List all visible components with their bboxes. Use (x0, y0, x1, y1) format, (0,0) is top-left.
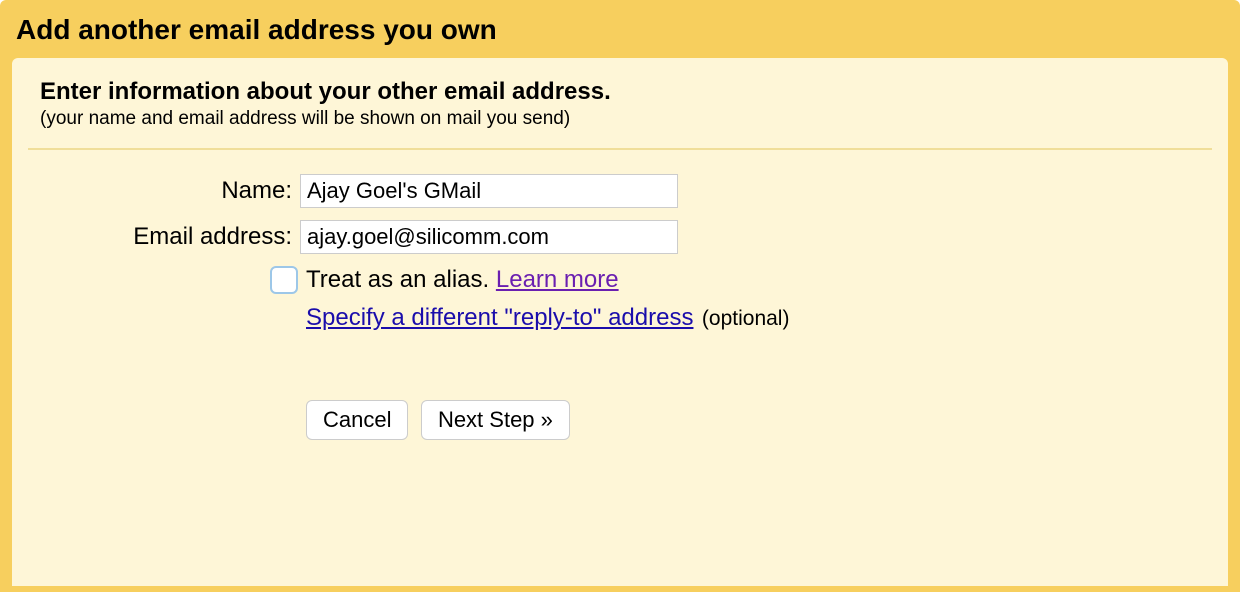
section-title: Enter information about your other email… (40, 78, 1200, 106)
email-input[interactable] (300, 220, 678, 254)
alias-text-wrap: Treat as an alias. Learn more (306, 266, 619, 294)
name-input[interactable] (300, 174, 678, 208)
alias-row: Treat as an alias. Learn more (270, 266, 1228, 294)
button-row: Cancel Next Step » (306, 400, 1228, 440)
next-step-button[interactable]: Next Step » (421, 400, 570, 440)
cancel-button[interactable]: Cancel (306, 400, 408, 440)
name-row: Name: (12, 174, 1228, 208)
reply-to-link[interactable]: Specify a different "reply-to" address (306, 304, 693, 331)
name-label: Name: (12, 177, 300, 205)
section-subtitle: (your name and email address will be sho… (40, 108, 1200, 130)
alias-text: Treat as an alias. (306, 266, 496, 293)
email-label: Email address: (12, 223, 300, 251)
email-row: Email address: (12, 220, 1228, 254)
learn-more-link[interactable]: Learn more (496, 266, 619, 293)
optional-text: (optional) (702, 307, 790, 330)
dialog-title: Add another email address you own (0, 0, 1240, 58)
section-header: Enter information about your other email… (12, 58, 1228, 140)
form-area: Name: Email address: Treat as an alias. … (12, 150, 1228, 440)
reply-to-row: Specify a different "reply-to" address (… (306, 304, 1228, 332)
alias-checkbox[interactable] (270, 266, 298, 294)
dialog-inner-panel: Enter information about your other email… (12, 58, 1228, 586)
dialog-outer: Add another email address you own Enter … (0, 0, 1240, 592)
